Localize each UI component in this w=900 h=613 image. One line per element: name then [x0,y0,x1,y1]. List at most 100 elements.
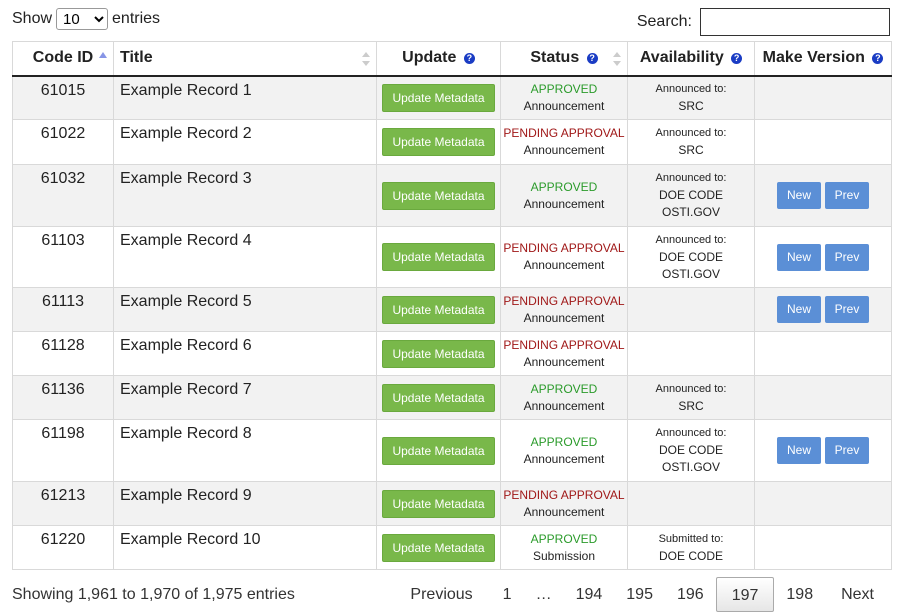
prev-version-button[interactable]: Prev [825,182,869,209]
availability-cell: Announced to: DOE CODE OSTI.GOV [627,226,755,288]
help-icon[interactable]: ? [731,52,743,64]
title-cell: Example Record 7 [113,375,377,420]
make-version-cell: New Prev [754,226,892,288]
status-cell: PENDING APPROVAL Announcement [500,331,628,376]
update-cell: Update Metadata [376,481,501,526]
table-header-row: Code ID Title Update ? Status ? Availabi… [12,41,892,77]
status-cell: PENDING APPROVAL Announcement [500,119,628,165]
col-title-label: Title [120,49,153,67]
code-id-cell: 61113 [12,287,114,332]
status-cell: APPROVED Announcement [500,419,628,482]
new-version-button[interactable]: New [777,243,821,271]
availability-cell: Announced to: DOE CODE OSTI.GOV [627,164,755,227]
status-type: Announcement [523,98,605,113]
make-version-cell [754,375,892,420]
update-cell: Update Metadata [376,287,501,332]
prev-version-button[interactable]: Prev [825,437,869,464]
status-cell: APPROVED Submission [500,525,628,570]
update-metadata-button[interactable]: Update Metadata [382,533,495,562]
status-cell: APPROVED Announcement [500,75,628,120]
code-id-cell: 61220 [12,525,114,570]
length-menu-prefix: Show [12,10,53,27]
table-controls: Show 10 entries Search: [12,6,890,36]
availability-target: SRC [678,98,704,113]
prev-version-button[interactable]: Prev [825,243,869,271]
help-icon[interactable]: ? [872,52,884,64]
col-code-id-label: Code ID [32,49,94,67]
table-row: 61198 Example Record 8 Update Metadata APP… [12,419,892,482]
availability-target: OSTI.GOV [661,460,720,474]
update-cell: Update Metadata [376,331,501,376]
col-status[interactable]: Status ? [500,41,628,77]
page-button[interactable]: 1 [491,577,524,612]
availability-target: OSTI.GOV [661,205,720,219]
next-page-button[interactable]: Next [825,577,891,612]
make-version-cell: New Prev [754,164,892,227]
status-badge: PENDING APPROVAL [503,293,625,308]
help-icon[interactable]: ? [463,52,475,64]
page-button[interactable]: 195 [614,577,665,612]
status-cell: APPROVED Announcement [500,375,628,420]
title-cell: Example Record 3 [113,164,377,227]
update-metadata-button[interactable]: Update Metadata [382,489,495,518]
col-code-id[interactable]: Code ID [12,41,114,77]
update-cell: Update Metadata [376,419,501,482]
status-type: Announcement [523,143,605,157]
page-ellipsis: … [535,586,552,603]
entries-per-page-select[interactable]: 10 [56,8,109,30]
table-row: 61220 Example Record 10 Update Metadata AP… [12,525,892,570]
update-metadata-button[interactable]: Update Metadata [382,436,495,465]
col-make-version: Make Version ? [754,41,892,77]
status-cell: APPROVED Announcement [500,164,628,227]
status-badge: APPROVED [530,381,598,396]
table-footer: Showing 1,961 to 1,970 of 1,975 entries … [12,577,891,612]
update-metadata-button[interactable]: Update Metadata [382,83,495,112]
page-button[interactable]: 197 [715,577,775,612]
availability-cell: Announced to: SRC [627,375,755,420]
status-cell: PENDING APPROVAL Announcement [500,287,628,332]
title-cell: Example Record 10 [113,525,377,570]
status-type: Announcement [523,196,605,211]
col-title[interactable]: Title [113,41,377,77]
previous-page-button[interactable]: Previous [396,577,490,612]
help-icon[interactable]: ? [586,52,598,64]
code-id-cell: 61103 [12,226,114,288]
status-cell: PENDING APPROVAL Announcement [500,226,628,288]
new-version-button[interactable]: New [777,437,821,464]
table-row: 61015 Example Record 1 Update Metadata APP… [12,75,892,120]
page-button[interactable]: 198 [774,577,825,612]
availability-target: DOE CODE [658,249,723,264]
update-metadata-button[interactable]: Update Metadata [382,243,495,271]
status-type: Announcement [523,310,605,325]
new-version-button[interactable]: New [777,182,821,209]
update-metadata-button[interactable]: Update Metadata [382,383,495,412]
title-cell: Example Record 2 [113,119,377,165]
status-badge: APPROVED [530,81,598,96]
update-metadata-button[interactable]: Update Metadata [382,295,495,324]
availability-cell: Announced to: SRC [627,119,755,165]
new-version-button[interactable]: New [777,296,821,323]
availability-cell: Announced to: DOE CODE OSTI.GOV [627,419,755,482]
availability-target: DOE CODE [658,443,723,457]
page-button[interactable]: 196 [665,577,716,612]
make-version-cell [754,525,892,570]
col-availability-label: Availability [639,49,724,67]
availability-label: Announced to: [655,382,727,395]
code-id-cell: 61022 [12,119,114,165]
update-cell: Update Metadata [376,525,501,570]
page-button[interactable]: 194 [564,577,615,612]
make-version-cell: New Prev [754,287,892,332]
col-availability: Availability ? [627,41,755,77]
prev-version-button[interactable]: Prev [825,296,869,323]
status-badge: APPROVED [530,179,598,194]
availability-label: Announced to: [655,127,727,139]
search-box: Search: [637,8,890,36]
update-metadata-button[interactable]: Update Metadata [382,181,495,210]
table-row: 61103 Example Record 4 Update Metadata PEN… [12,226,892,288]
make-version-cell [754,331,892,376]
search-input[interactable] [700,8,890,36]
col-make-version-label: Make Version [762,49,865,67]
update-metadata-button[interactable]: Update Metadata [382,339,495,368]
update-cell: Update Metadata [376,75,501,120]
update-metadata-button[interactable]: Update Metadata [382,128,495,156]
